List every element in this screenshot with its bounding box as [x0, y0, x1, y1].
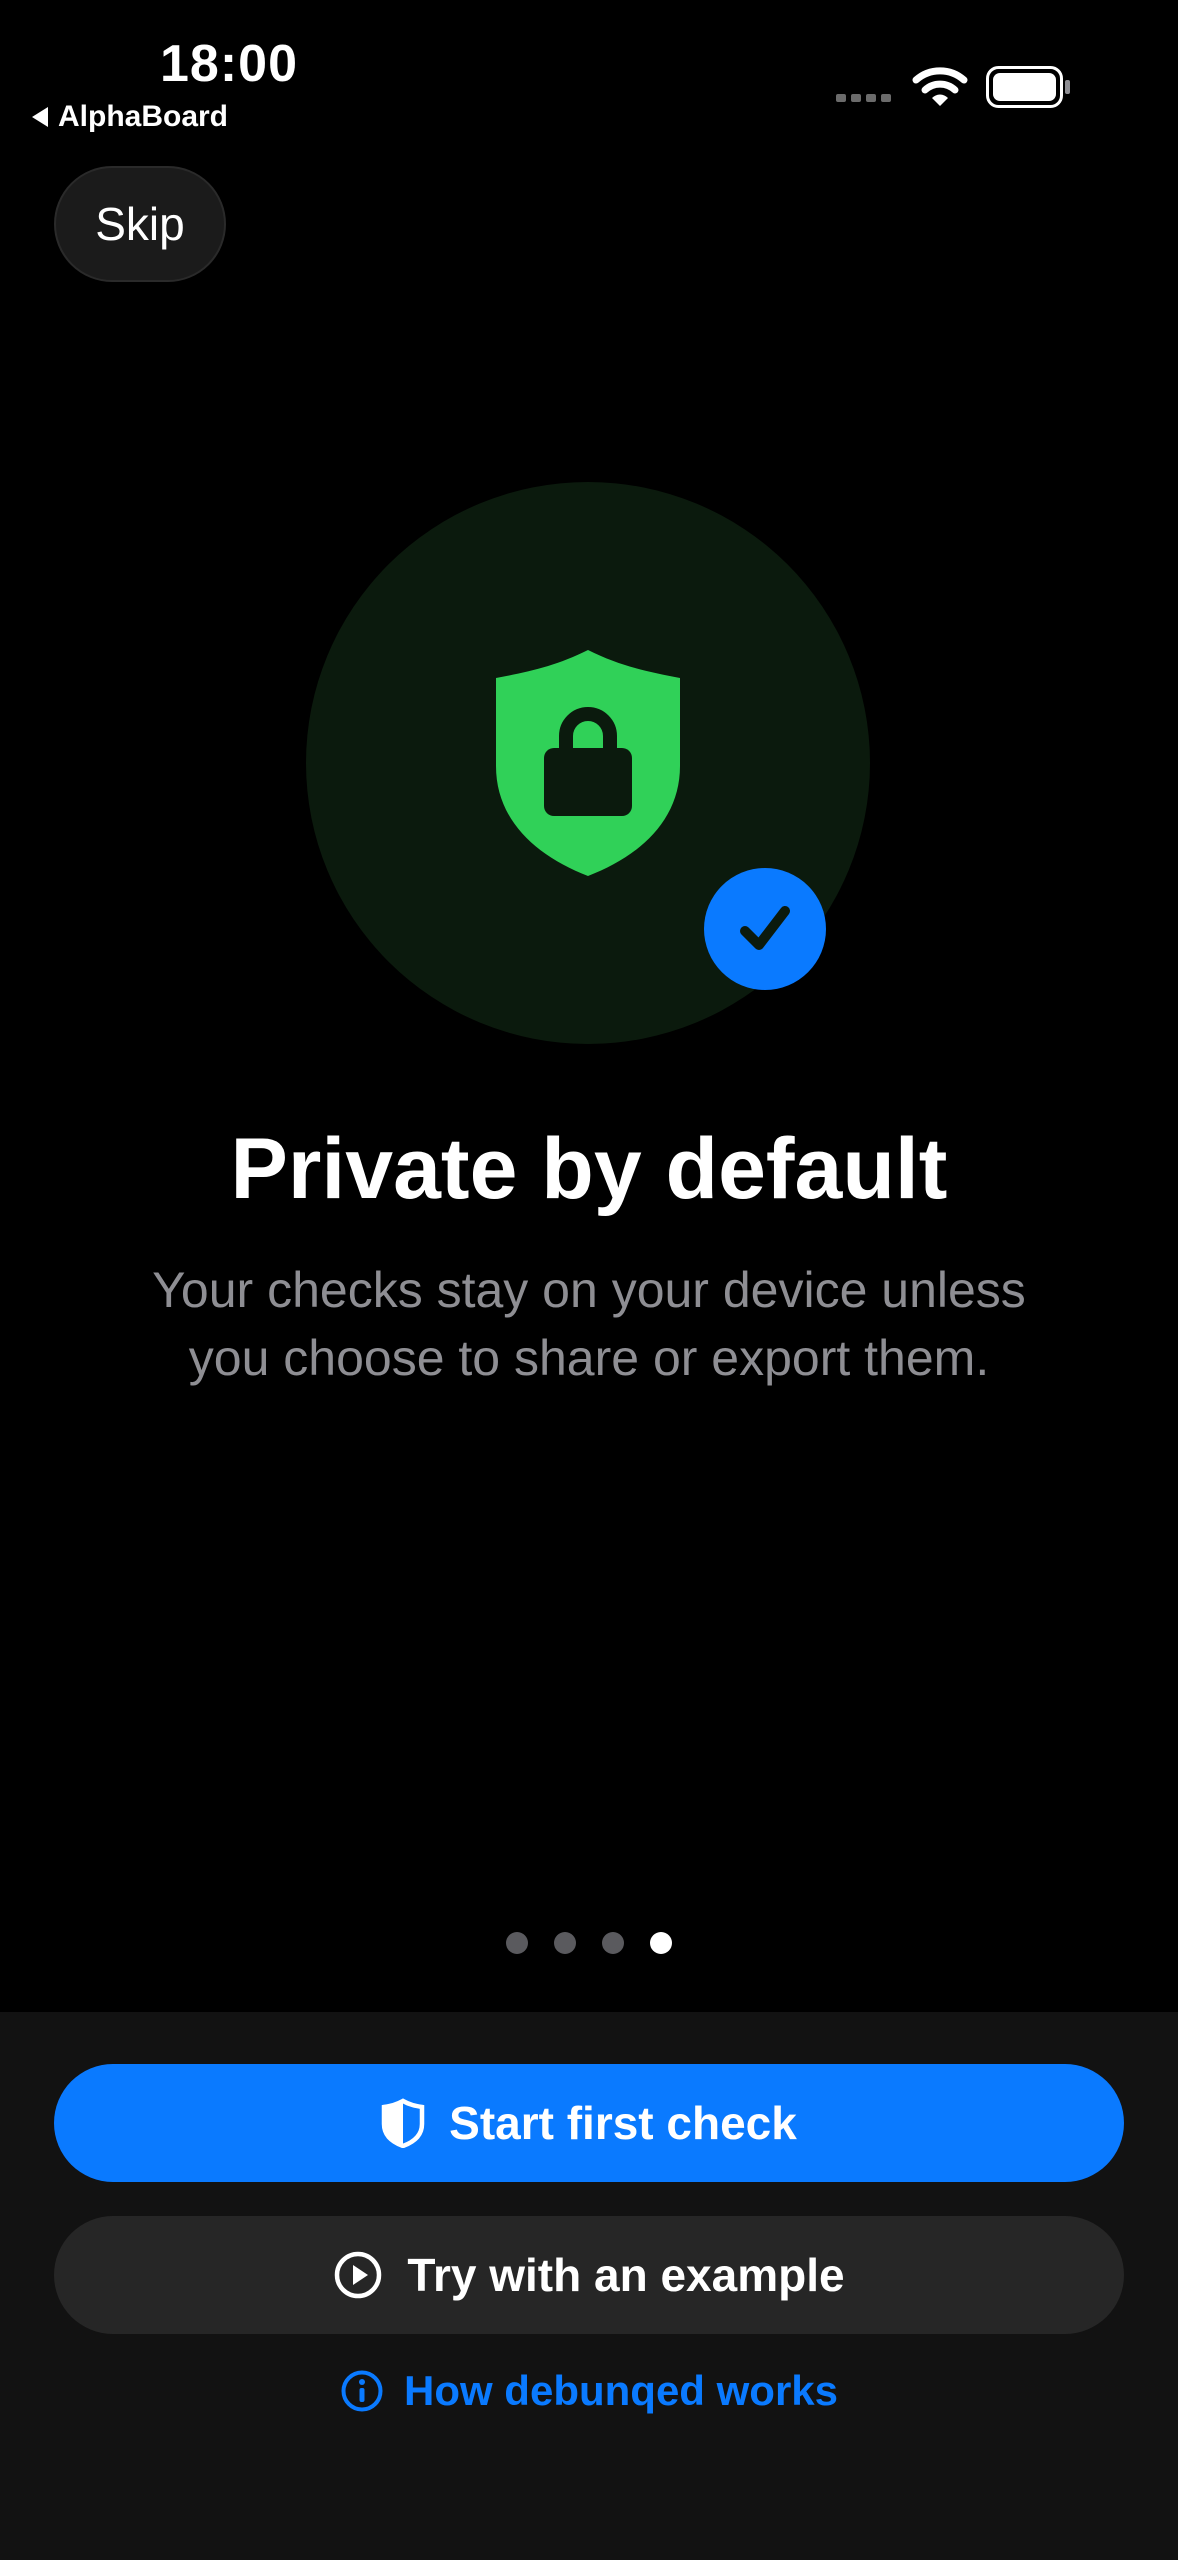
page-dot-active[interactable] — [650, 1932, 672, 1954]
signal-icon — [836, 94, 891, 102]
skip-button[interactable]: Skip — [54, 166, 226, 282]
shield-icon — [381, 2098, 425, 2148]
page-indicator[interactable] — [506, 1932, 672, 1954]
page-dot[interactable] — [602, 1932, 624, 1954]
page-dot[interactable] — [506, 1932, 528, 1954]
back-arrow-icon — [32, 107, 48, 127]
checkmark-badge — [704, 868, 826, 990]
back-to-app-link[interactable]: AlphaBoard — [32, 100, 228, 134]
start-first-check-label: Start first check — [449, 2097, 797, 2149]
battery-icon — [986, 66, 1070, 108]
try-example-button[interactable]: Try with an example — [54, 2216, 1124, 2334]
page-title: Private by default — [230, 1121, 948, 1217]
start-first-check-button[interactable]: Start first check — [54, 2064, 1124, 2182]
back-app-label: AlphaBoard — [58, 100, 229, 133]
info-icon — [341, 2370, 383, 2412]
how-it-works-link[interactable]: How debunqed works — [0, 2358, 1178, 2424]
checkmark-icon — [740, 906, 790, 950]
page-dot[interactable] — [554, 1932, 576, 1954]
wifi-icon — [912, 67, 968, 106]
page-subtitle: Your checks stay on your device unless y… — [152, 1262, 1026, 1386]
shield-lock-icon — [496, 650, 680, 876]
play-circle-icon — [335, 2251, 382, 2299]
status-time: 18:00 — [160, 35, 298, 93]
how-it-works-label: How debunqed works — [403, 2367, 839, 2414]
try-example-label: Try with an example — [407, 2249, 845, 2301]
